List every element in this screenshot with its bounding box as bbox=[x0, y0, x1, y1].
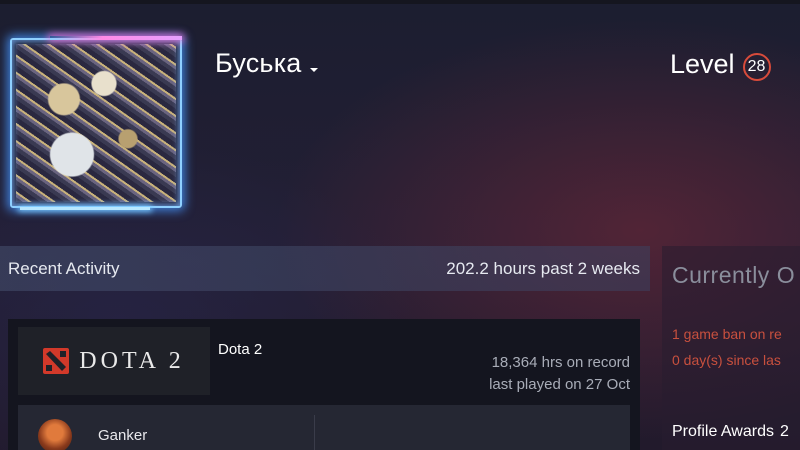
dota-logo-icon bbox=[43, 348, 70, 374]
avatar-frame-pink-edge bbox=[50, 36, 182, 40]
recent-activity-header: Recent Activity 202.2 hours past 2 weeks bbox=[0, 246, 650, 291]
days-since-ban-text: 0 day(s) since las bbox=[672, 352, 781, 368]
level-badge: 28 bbox=[742, 53, 771, 81]
caret-down-icon bbox=[309, 67, 318, 72]
top-bar bbox=[0, 0, 800, 4]
profile-page: Буська Level 28 Recent Activity 202.2 ho… bbox=[0, 0, 800, 450]
last-played: last played on 27 Oct bbox=[489, 376, 630, 393]
game-capsule[interactable]: DOTA 2 bbox=[18, 327, 210, 395]
game-ban-text[interactable]: 1 game ban on re bbox=[672, 326, 782, 342]
currently-offline-title: Currently O bbox=[672, 262, 796, 288]
profile-awards-label: Profile Awards bbox=[672, 423, 774, 440]
divider bbox=[314, 415, 315, 450]
side-panel: Currently O 1 game ban on re 0 day(s) si… bbox=[662, 246, 800, 450]
hero-row: Ganker bbox=[18, 405, 630, 450]
hours-on-record: 18,364 hrs on record bbox=[491, 354, 630, 371]
game-name[interactable]: Dota 2 bbox=[218, 341, 262, 358]
recent-activity-title[interactable]: Recent Activity bbox=[8, 259, 120, 279]
profile-awards-count: 2 bbox=[779, 423, 789, 440]
recent-activity-hours: 202.2 hours past 2 weeks bbox=[446, 258, 640, 278]
avatar-frame-bottom-edge bbox=[20, 207, 150, 210]
profile-level[interactable]: Level 28 bbox=[670, 48, 771, 81]
game-stats: 18,364 hrs on record last played on 27 O… bbox=[489, 352, 630, 396]
hero-name: Ganker bbox=[98, 427, 148, 444]
game-card: DOTA 2 Dota 2 18,364 hrs on record last … bbox=[8, 319, 640, 450]
level-label: Level bbox=[670, 49, 735, 79]
profile-awards-link[interactable]: Profile Awards 2 bbox=[672, 423, 789, 441]
avatar-frame-glow bbox=[10, 38, 182, 208]
avatar[interactable] bbox=[10, 36, 182, 210]
profile-name-dropdown[interactable]: Буська bbox=[215, 48, 318, 79]
hero-icon[interactable] bbox=[38, 419, 72, 450]
dota-wordmark: DOTA 2 bbox=[79, 347, 185, 374]
profile-name: Буська bbox=[215, 48, 302, 78]
